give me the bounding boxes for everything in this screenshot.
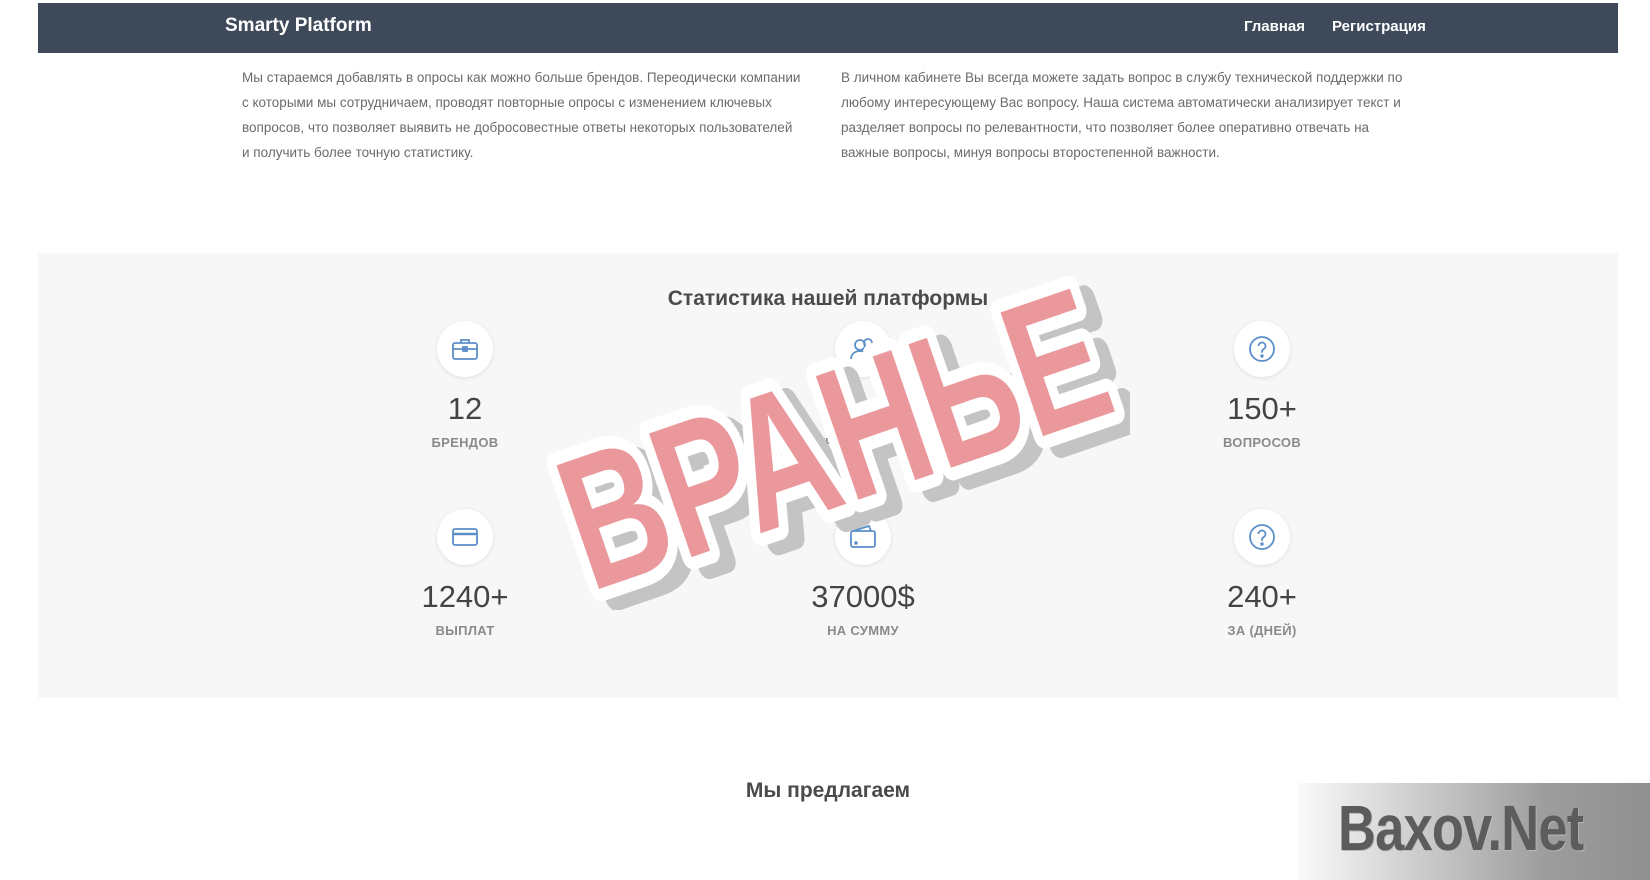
navbar: Smarty Platform Главная Регистрация <box>38 3 1618 53</box>
stats-section: Статистика нашей платформы 12 БРЕНДОВ 32… <box>38 253 1618 698</box>
stat-label: ЗА (ДНЕЙ) <box>1227 623 1297 638</box>
question-icon <box>1234 321 1290 377</box>
stat-value: 1240+ <box>421 579 509 614</box>
nav-link-home[interactable]: Главная <box>1244 18 1305 35</box>
stat-value: 12 <box>447 391 483 426</box>
intro-text-brands: Мы стараемся добавлять в опросы как можн… <box>242 70 801 160</box>
stat-label: БРЕНДОВ <box>431 435 499 450</box>
stat-label: УЧАСТНИКОВ <box>816 435 910 450</box>
wallet-icon <box>835 509 891 565</box>
credit-card-icon <box>437 509 493 565</box>
stat-amount: 37000$ НА СУММУ <box>753 509 973 638</box>
stat-payouts: 1240+ ВЫПЛАТ <box>355 509 575 638</box>
stat-value: 3200+ <box>819 391 907 426</box>
question-icon <box>1234 509 1290 565</box>
stat-value: 37000$ <box>811 579 915 614</box>
page: Smarty Platform Главная Регистрация Мы с… <box>38 3 1618 880</box>
stat-label: ВЫПЛАТ <box>435 623 495 638</box>
stats-title: Статистика нашей платформы <box>667 287 989 310</box>
briefcase-icon <box>437 321 493 377</box>
watermark-text: Baxov.Net <box>1338 792 1584 864</box>
stat-label: ВОПРОСОВ <box>1222 435 1302 450</box>
nav-link-registration[interactable]: Регистрация <box>1332 18 1426 35</box>
stat-value: 240+ <box>1227 579 1297 614</box>
intro-text-support: В личном кабинете Вы всегда можете задат… <box>841 70 1403 160</box>
stat-value: 150+ <box>1227 391 1297 426</box>
stat-label: НА СУММУ <box>827 623 899 638</box>
users-icon <box>835 321 891 377</box>
stat-participants: 3200+ УЧАСТНИКОВ <box>753 321 973 450</box>
brand-logo[interactable]: Smarty Platform <box>225 15 372 37</box>
stat-brands: 12 БРЕНДОВ <box>355 321 575 450</box>
stat-days: 240+ ЗА (ДНЕЙ) <box>1152 509 1372 638</box>
stat-questions: 150+ ВОПРОСОВ <box>1152 321 1372 450</box>
watermark: Baxov.Net <box>1298 783 1650 880</box>
